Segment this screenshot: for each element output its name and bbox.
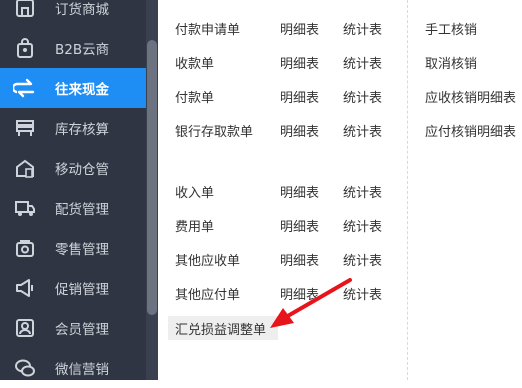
- inventory-icon: [12, 115, 38, 141]
- sidebar-item-promotion[interactable]: 促销管理: [0, 268, 144, 308]
- sidebar-item-retail[interactable]: 零售管理: [0, 228, 144, 268]
- menu-item-detail-report[interactable]: 明细表: [280, 53, 319, 72]
- sidebar-item-label: 订货商城: [55, 2, 109, 18]
- menu-item-stats-report[interactable]: 统计表: [343, 121, 382, 140]
- menu-item-stats-report[interactable]: 统计表: [343, 216, 382, 235]
- sidebar-item-label: 库存核算: [55, 122, 109, 138]
- menu-item-stats-report[interactable]: 统计表: [343, 182, 382, 201]
- sidebar-item-wechat[interactable]: 微信营销: [0, 348, 144, 388]
- sidebar-item-cash[interactable]: 往来现金: [0, 68, 150, 108]
- delivery-truck-icon: [12, 195, 38, 221]
- retail-icon: [12, 235, 38, 261]
- menu-item-detail-report[interactable]: 明细表: [280, 19, 319, 38]
- store-icon: [12, 0, 38, 21]
- menu-item-other-receivable[interactable]: 其他应收单: [175, 250, 240, 269]
- menu-item-detail-report[interactable]: 明细表: [280, 182, 319, 201]
- sidebar-item-distribution[interactable]: 配货管理: [0, 188, 144, 228]
- menu-item-stats-report[interactable]: 统计表: [343, 53, 382, 72]
- menu-item-stats-report[interactable]: 统计表: [343, 87, 382, 106]
- sidebar-item-label: 微信营销: [55, 362, 109, 378]
- menu-item-detail-report[interactable]: 明细表: [280, 250, 319, 269]
- exchange-arrows-icon: [12, 75, 38, 101]
- menu-item-receipt[interactable]: 收款单: [175, 53, 214, 72]
- menu-item-detail-report[interactable]: 明细表: [280, 87, 319, 106]
- menu-item-exchange-adjustment[interactable]: 汇兑损益调整单: [175, 319, 266, 338]
- menu-item-stats-report[interactable]: 统计表: [343, 284, 382, 303]
- sidebar-scrollbar[interactable]: [146, 0, 158, 380]
- menu-item-payable-writeoff-detail[interactable]: 应付核销明细表: [425, 121, 516, 140]
- menu-item-other-payable[interactable]: 其他应付单: [175, 284, 240, 303]
- sidebar: 订货商城 B2B云商 往来现金 库存核算 移动仓管 配货管理 零售管理 促销管理…: [0, 0, 158, 380]
- sidebar-item-label: 零售管理: [55, 242, 109, 258]
- sidebar-item-ordering-mall[interactable]: 订货商城: [0, 0, 144, 28]
- menu-item-income[interactable]: 收入单: [175, 182, 214, 201]
- sidebar-item-label: 往来现金: [55, 82, 109, 98]
- menu-item-stats-report[interactable]: 统计表: [343, 19, 382, 38]
- menu-item-stats-report[interactable]: 统计表: [343, 250, 382, 269]
- sidebar-item-member[interactable]: 会员管理: [0, 308, 144, 348]
- menu-item-bank-deposit[interactable]: 银行存取款单: [175, 121, 253, 140]
- sidebar-item-label: 会员管理: [55, 322, 109, 338]
- sidebar-item-label: B2B云商: [55, 42, 110, 58]
- menu-item-payment[interactable]: 付款单: [175, 87, 214, 106]
- column-divider: [407, 0, 408, 380]
- wechat-icon: [12, 355, 38, 381]
- sidebar-item-mobile-warehouse[interactable]: 移动仓管: [0, 148, 144, 188]
- sidebar-item-b2b[interactable]: B2B云商: [0, 28, 144, 68]
- menu-item-payment-request[interactable]: 付款申请单: [175, 19, 240, 38]
- menu-item-cancel-writeoff[interactable]: 取消核销: [425, 53, 477, 72]
- menu-item-manual-writeoff[interactable]: 手工核销: [425, 19, 477, 38]
- menu-item-expense[interactable]: 费用单: [175, 216, 214, 235]
- sidebar-scroll-thumb[interactable]: [147, 40, 157, 315]
- menu-item-receivable-writeoff-detail[interactable]: 应收核销明细表: [425, 87, 516, 106]
- member-icon: [12, 315, 38, 341]
- sidebar-item-inventory[interactable]: 库存核算: [0, 108, 144, 148]
- shopping-bag-icon: [12, 35, 38, 61]
- menu-item-detail-report[interactable]: 明细表: [280, 216, 319, 235]
- menu-item-detail-report[interactable]: 明细表: [280, 284, 319, 303]
- sidebar-item-label: 配货管理: [55, 202, 109, 218]
- menu-item-detail-report[interactable]: 明细表: [280, 121, 319, 140]
- megaphone-icon: [12, 275, 38, 301]
- sidebar-item-label: 促销管理: [55, 282, 109, 298]
- mobile-warehouse-icon: [12, 155, 38, 181]
- sidebar-item-label: 移动仓管: [55, 162, 109, 178]
